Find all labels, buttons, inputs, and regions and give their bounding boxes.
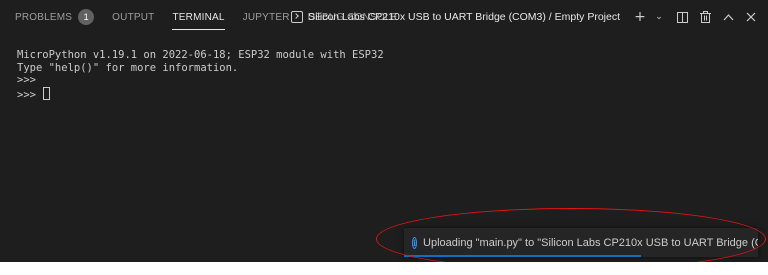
terminal-cursor (43, 86, 51, 100)
terminal-prompt: >>> (17, 88, 43, 101)
tab-problems-label: PROBLEMS (15, 11, 73, 23)
chevron-up-icon[interactable] (721, 7, 735, 27)
terminal-selector[interactable]: Silicon Labs CP210x USB to UART Bridge (… (291, 11, 620, 23)
tab-output[interactable]: OUTPUT (112, 0, 154, 34)
upload-notification[interactable]: i Uploading "main.py" to "Silicon Labs C… (404, 228, 758, 257)
terminal-prompt-line: >>> (17, 86, 384, 102)
terminal-line: Type "help()" for more information. (17, 61, 239, 74)
trash-icon[interactable] (698, 7, 712, 27)
split-icon[interactable] (675, 7, 689, 27)
chevron-down-icon[interactable]: ⌄ (652, 7, 666, 27)
upload-progress-bar (404, 255, 758, 257)
info-icon: i (412, 236, 418, 249)
tab-problems[interactable]: PROBLEMS 1 (15, 0, 95, 34)
problems-count-badge: 1 (78, 9, 95, 25)
bottom-border (0, 262, 768, 275)
notification-message: Uploading "main.py" to "Silicon Labs CP2… (423, 236, 758, 249)
terminal-line: >>> (17, 74, 36, 86)
tab-output-label: OUTPUT (112, 11, 155, 23)
panel-toolbar: Silicon Labs CP210x USB to UART Bridge (… (291, 0, 758, 34)
tab-jupyter-label: JUPYTER (242, 11, 290, 23)
terminal-output[interactable]: MicroPython v1.19.1 on 2022-06-18; ESP32… (17, 49, 384, 101)
panel-tab-bar: PROBLEMS 1 OUTPUT TERMINAL JUPYTER DEBUG… (0, 0, 768, 34)
terminal-name: Silicon Labs CP210x USB to UART Bridge (… (308, 11, 620, 23)
tab-terminal[interactable]: TERMINAL (172, 0, 225, 34)
close-icon[interactable] (744, 7, 758, 27)
terminal-icon (291, 11, 304, 23)
tab-jupyter[interactable]: JUPYTER (243, 0, 290, 34)
plus-icon[interactable]: + (633, 7, 647, 27)
terminal-panel: PROBLEMS 1 OUTPUT TERMINAL JUPYTER DEBUG… (0, 0, 768, 275)
tab-terminal-label: TERMINAL (172, 11, 225, 23)
upload-progress-fill (404, 255, 642, 257)
terminal-line: MicroPython v1.19.1 on 2022-06-18; ESP32… (17, 49, 384, 61)
